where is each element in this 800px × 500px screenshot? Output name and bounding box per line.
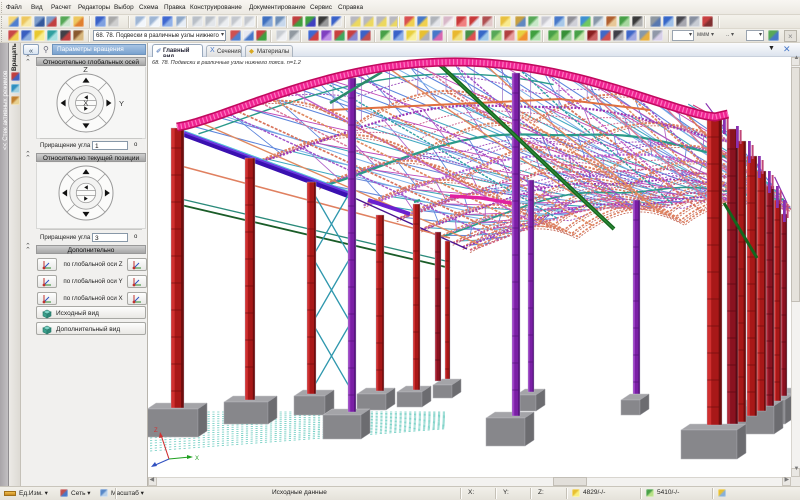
svg-text:Z: Z <box>83 66 88 74</box>
svg-text:Z: Z <box>154 428 158 434</box>
svg-text:Y: Y <box>119 99 124 108</box>
svg-text:X: X <box>83 99 88 108</box>
svg-text:X: X <box>195 456 199 462</box>
